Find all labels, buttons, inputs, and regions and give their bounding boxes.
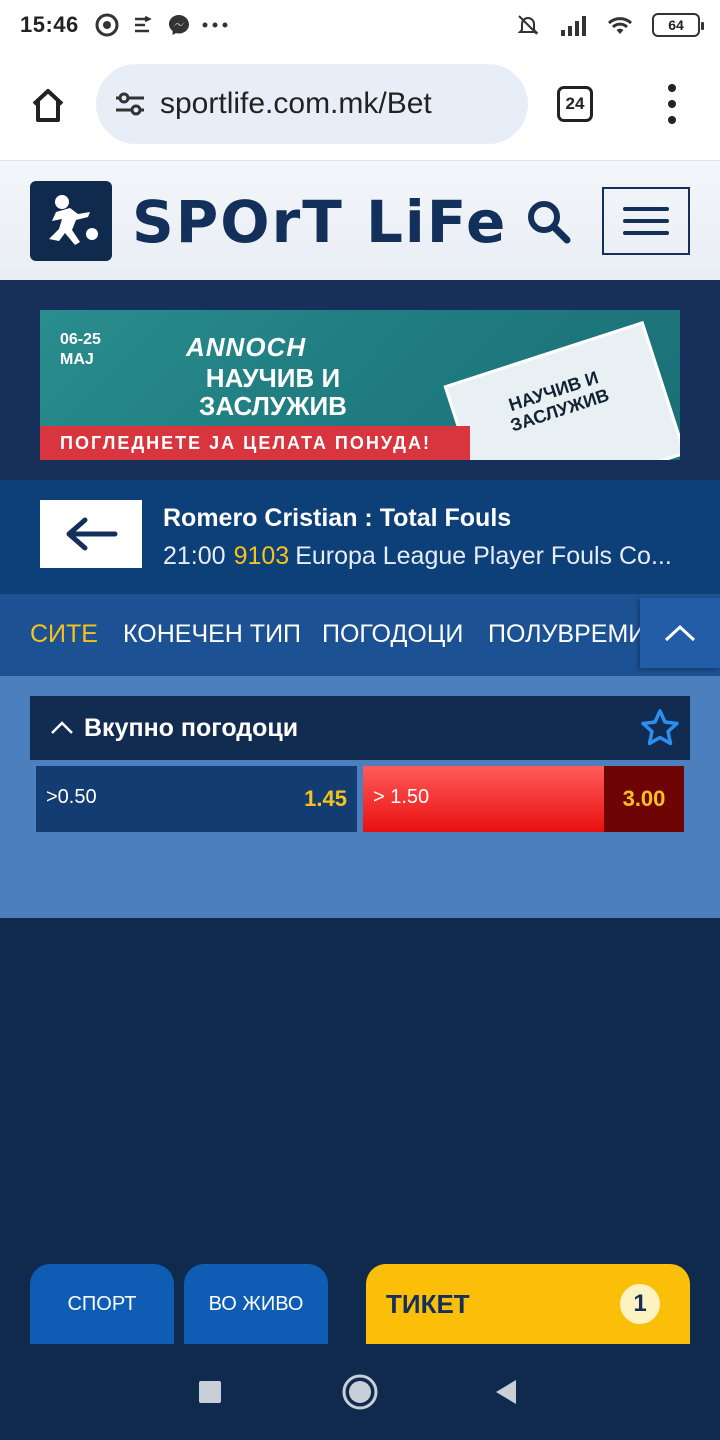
match-header: Romero Cristian : Total Fouls 21:00 9103 E…	[0, 480, 720, 594]
hamburger-menu-button[interactable]	[602, 187, 690, 255]
site-settings-icon[interactable]	[112, 86, 148, 122]
menu-dot	[668, 84, 676, 92]
odd-label: >0.50	[46, 786, 97, 808]
circle-icon	[342, 1374, 378, 1410]
match-code: 9103	[233, 542, 290, 570]
status-time: 15:46	[20, 12, 79, 37]
banner-card-text: НАУЧИВ И ЗАСЛУЖИВ	[506, 367, 612, 436]
status-bar: 15:46 64	[0, 0, 720, 50]
promo-banner[interactable]: 06-25 MAJ ANNOCH НАУЧИВ И ЗАСЛУЖИВ НАУЧИ…	[40, 310, 680, 460]
odd-label: > 1.50	[373, 786, 430, 808]
match-league: Europa League Player Fouls Co...	[295, 542, 672, 570]
site-logo-text: SPOrT LiFe	[132, 188, 508, 256]
home-button[interactable]	[24, 82, 72, 130]
footballer-logo-icon	[49, 195, 98, 245]
tab-halves[interactable]: ПОЛУВРЕМИ	[488, 620, 640, 649]
site-logo[interactable]	[30, 181, 112, 261]
hamburger-line	[623, 219, 669, 223]
search-icon	[528, 201, 571, 244]
search-button[interactable]	[522, 195, 574, 247]
banner-dates: 06-25 MAJ	[60, 330, 101, 370]
mute-icon	[514, 11, 542, 39]
android-navigation-bar	[0, 1344, 720, 1440]
wifi-icon	[606, 11, 634, 39]
odd-option-over-0-5[interactable]: >0.50 1.45	[36, 766, 357, 832]
site-header: SPOrT LiFe	[0, 160, 720, 280]
banner-section: 06-25 MAJ ANNOCH НАУЧИВ И ЗАСЛУЖИВ НАУЧИ…	[0, 280, 720, 480]
odd-value: 1.45	[304, 786, 347, 811]
address-bar[interactable]: sportlife.com.mk/Bet	[96, 64, 528, 144]
banner-date-range: 06-25	[60, 331, 101, 348]
menu-dot	[668, 100, 676, 108]
scroll-up-button[interactable]	[640, 598, 720, 668]
market-area: Вкупно погодоци >0.50 1.45 > 1.50 3.00	[0, 676, 720, 918]
chrome-icon	[93, 11, 121, 39]
banner-cta[interactable]: ПОГЛЕДНЕТЕ ЈА ЦЕЛАТА ПОНУДА!	[40, 426, 470, 460]
market-header[interactable]: Вкупно погодоци	[30, 696, 690, 760]
match-info: 21:00 9103 Europa League Player Fouls Co..…	[163, 542, 703, 571]
triangle-back-icon	[496, 1380, 516, 1404]
match-title: Romero Cristian : Total Fouls	[163, 504, 512, 532]
back-button[interactable]	[40, 500, 142, 568]
more-dots-icon	[201, 11, 229, 39]
home-icon	[32, 89, 64, 122]
banner-brand: ANNOCH	[186, 332, 307, 362]
menu-dot	[668, 116, 676, 124]
square-icon	[199, 1381, 221, 1403]
home-nav-button[interactable]	[336, 1368, 384, 1416]
ticket-count-badge: 1	[620, 1284, 660, 1324]
match-time: 21:00	[163, 542, 226, 570]
banner-headline: НАУЧИВ И ЗАСЛУЖИВ	[199, 363, 347, 421]
battery-icon: 64	[652, 13, 704, 37]
market-title: Вкупно погодоци	[84, 713, 299, 742]
hamburger-line	[623, 207, 669, 211]
recent-apps-button[interactable]	[186, 1368, 234, 1416]
favorite-star-icon[interactable]	[640, 708, 680, 748]
odd-value: 3.00	[604, 766, 684, 832]
banner-promo-card: НАУЧИВ И ЗАСЛУЖИВ	[443, 320, 680, 460]
tab-goals[interactable]: ПОГОДОЦИ	[322, 620, 463, 649]
tabs-scroll-area[interactable]: СИТЕ КОНЕЧЕН ТИП ПОГОДОЦИ ПОЛУВРЕМИ	[0, 594, 640, 678]
banner-month: MAJ	[60, 351, 94, 368]
chevron-up-icon	[664, 624, 696, 642]
ticket-label: ТИКЕТ	[386, 1288, 470, 1319]
messenger-icon	[165, 11, 193, 39]
sync-icon	[129, 11, 157, 39]
ticket-button[interactable]: ТИКЕТ 1	[366, 1264, 690, 1344]
market-category-tabs: СИТЕ КОНЕЧЕН ТИП ПОГОДОЦИ ПОЛУВРЕМИ	[0, 594, 720, 678]
url-text: sportlife.com.mk/Bet	[160, 87, 432, 120]
tab-all[interactable]: СИТЕ	[30, 620, 98, 649]
chevron-up-icon	[48, 714, 76, 742]
hamburger-line	[623, 231, 669, 235]
arrow-left-icon	[66, 517, 118, 551]
bottom-navigation: СПОРТ ВО ЖИВО ТИКЕТ 1	[0, 1260, 720, 1344]
back-nav-button[interactable]	[482, 1368, 530, 1416]
sport-button[interactable]: СПОРТ	[30, 1264, 174, 1344]
browser-menu-button[interactable]	[656, 84, 688, 124]
odd-option-over-1-5-selected[interactable]: > 1.50 3.00	[363, 766, 684, 832]
live-button[interactable]: ВО ЖИВО	[184, 1264, 328, 1344]
browser-toolbar: sportlife.com.mk/Bet 24	[0, 50, 720, 160]
tab-switcher-button[interactable]: 24	[557, 86, 593, 122]
tab-final-result[interactable]: КОНЕЧЕН ТИП	[123, 620, 301, 649]
signal-icon	[560, 11, 588, 39]
